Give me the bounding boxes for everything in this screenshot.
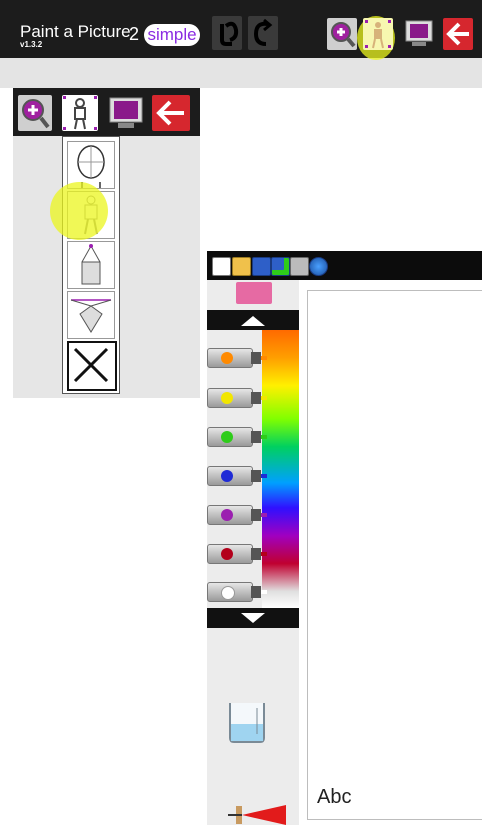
top-toolbar-shadow <box>0 58 482 88</box>
green-color-dot <box>221 431 233 443</box>
redo-arrow-icon <box>253 18 273 46</box>
undo-arrow-icon <box>220 21 239 46</box>
app-title: Paint a Picture <box>20 22 131 41</box>
back-arrow-icon <box>156 100 184 126</box>
brush-button[interactable] <box>228 803 288 830</box>
brush-icon <box>228 805 286 825</box>
back-button[interactable] <box>443 18 473 50</box>
zoom-in-icon <box>331 22 356 48</box>
mode-number: 2 <box>129 24 140 44</box>
print-icon[interactable] <box>290 257 309 276</box>
paint-tube-red[interactable] <box>207 542 267 566</box>
paint-tube-purple[interactable] <box>207 503 267 527</box>
globe-icon[interactable] <box>309 257 328 276</box>
red-color-dot <box>221 548 233 560</box>
figure-guides-button[interactable] <box>363 18 393 50</box>
eraser-icon[interactable] <box>236 282 272 304</box>
blue-color-dot <box>221 470 233 482</box>
paint-tube-blue[interactable] <box>207 464 267 488</box>
orange-color-dot <box>221 352 233 364</box>
paint-tube-yellow[interactable] <box>207 386 267 410</box>
triangle-up-icon <box>241 316 265 326</box>
paint-tube-green[interactable] <box>207 425 267 449</box>
one-point-perspective-icon <box>81 244 101 285</box>
white-color-dot <box>221 586 235 600</box>
panel-back-button[interactable] <box>152 95 190 131</box>
water-beaker-button[interactable] <box>227 700 267 749</box>
figure-icon <box>365 20 391 49</box>
panel-film-button[interactable] <box>108 95 144 131</box>
redo-button[interactable] <box>248 16 278 50</box>
save-icon[interactable] <box>252 257 271 276</box>
paint-tube-white[interactable] <box>207 580 267 604</box>
film-screen-icon <box>109 97 143 128</box>
save-as-icon[interactable] <box>271 257 290 276</box>
panel-figure-button[interactable] <box>62 95 98 131</box>
zoom-in-icon <box>22 99 50 129</box>
one-point-perspective-option[interactable] <box>67 241 115 289</box>
yellow-color-dot <box>221 392 233 404</box>
guides-dropdown <box>62 136 120 394</box>
zoom-button[interactable] <box>327 18 357 50</box>
triangle-down-icon <box>241 613 265 623</box>
paint-tube-orange[interactable] <box>207 346 267 370</box>
undo-button[interactable] <box>212 16 242 50</box>
water-beaker-icon <box>229 703 265 743</box>
app-version: v1.3.2 <box>20 40 43 49</box>
figure-icon <box>63 96 97 130</box>
mode-simple-button[interactable]: simple <box>144 24 200 46</box>
text-tool-label[interactable]: Abc <box>317 786 351 809</box>
film-button[interactable] <box>404 18 434 50</box>
back-arrow-icon <box>446 22 469 46</box>
open-folder-icon[interactable] <box>232 257 251 276</box>
close-guides-icon <box>73 347 109 383</box>
drawing-canvas[interactable] <box>307 290 482 820</box>
palette-scroll-up-button[interactable] <box>207 310 299 330</box>
two-point-perspective-icon <box>70 299 112 333</box>
color-spectrum[interactable] <box>262 330 299 608</box>
palette-scroll-down-button[interactable] <box>207 608 299 628</box>
close-guides-option[interactable] <box>67 341 117 391</box>
new-file-icon[interactable] <box>212 257 231 276</box>
film-screen-icon <box>405 20 433 46</box>
two-point-perspective-option[interactable] <box>67 291 115 339</box>
purple-color-dot <box>221 509 233 521</box>
panel-zoom-button[interactable] <box>18 95 52 131</box>
